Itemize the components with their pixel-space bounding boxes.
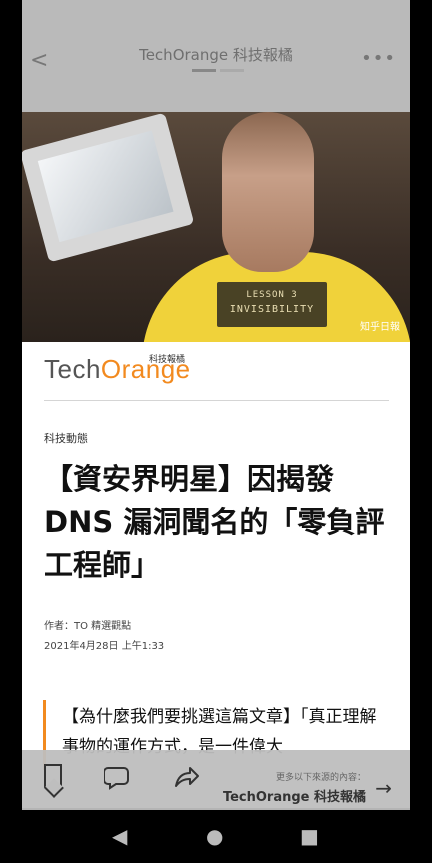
monitor-image (22, 112, 195, 263)
divider (44, 400, 389, 401)
nav-recents-icon[interactable]: ■ (300, 824, 319, 848)
comment-icon[interactable] (103, 764, 132, 796)
article-author: 作者：TO 精選觀點 (44, 621, 132, 632)
arrow-right-icon[interactable]: → (375, 776, 392, 800)
more-from-source[interactable]: TechOrange 科技報橘 (223, 786, 366, 805)
bookmark-icon[interactable] (44, 764, 62, 788)
bottom-toolbar: 更多以下來源的內容： TechOrange 科技報橘 → (22, 750, 410, 810)
page-indicator (192, 69, 262, 72)
shirt-print: LESSON 3 INVISIBILITY (217, 282, 327, 327)
page-indicator-inactive (220, 69, 244, 72)
header-title: TechOrange 科技報橘 (139, 46, 293, 64)
image-watermark: 知乎日報 (360, 322, 400, 333)
share-icon[interactable] (172, 764, 200, 796)
article-headline: 【資安界明星】因揭發 DNS 漏洞聞名的「零負評工程師」 (44, 462, 385, 582)
nav-back-icon[interactable]: ◀ (112, 824, 127, 848)
techorange-logo: TechOrange 科技報橘 (44, 354, 191, 384)
article-date: 2021年4月28日 上午1:33 (44, 641, 165, 652)
more-dots-icon[interactable]: ••• (361, 48, 396, 69)
more-from-label: 更多以下來源的內容： (275, 773, 366, 783)
hero-image: LESSON 3 INVISIBILITY 知乎日報 (22, 112, 410, 342)
system-nav-bar: ◀ ● ■ (0, 810, 432, 863)
person-head (222, 112, 314, 272)
page-indicator-active (192, 69, 216, 72)
article-category[interactable]: 科技動態 (44, 430, 88, 446)
header-bar: < TechOrange 科技報橘 ••• (22, 0, 410, 112)
nav-home-icon[interactable]: ● (206, 824, 223, 848)
